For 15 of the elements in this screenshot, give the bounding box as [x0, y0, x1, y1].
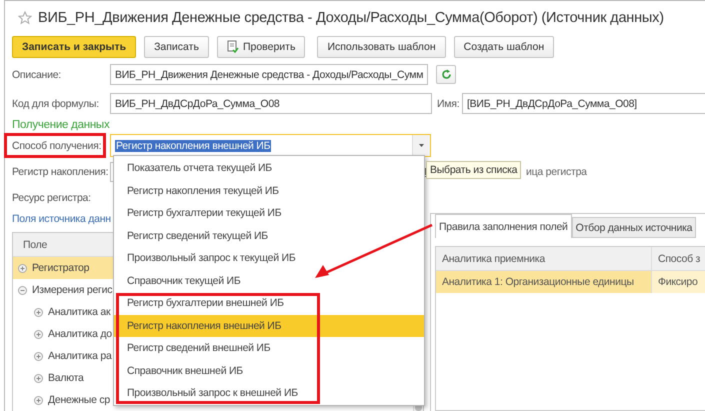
field-label: Код для формулы:: [12, 98, 100, 110]
column-header: Поле: [23, 238, 48, 250]
field-label: Описание:: [12, 68, 62, 80]
section-title: Получение данных: [12, 119, 110, 132]
field-label: Регистр накопления:: [12, 166, 110, 178]
window-title: ВИБ_РН_Движения Денежные средства - Доходы/Расходы_Сумма(Оборот) (Источник данных): [38, 10, 664, 26]
column-header: Способ з: [652, 247, 705, 270]
field-label: Способ получения:: [4, 133, 106, 158]
field-label: Имя:: [437, 98, 460, 110]
tooltip: Выбрать из списка: [426, 161, 522, 179]
field-label: ица регистра: [526, 166, 587, 178]
field-label: Ресурс регистра:: [12, 192, 92, 204]
column-header: Аналитика приемника: [436, 247, 652, 270]
table-cell: Фиксиро: [652, 271, 705, 293]
table-cell: Аналитика 1: Организационные единицы: [436, 271, 652, 293]
